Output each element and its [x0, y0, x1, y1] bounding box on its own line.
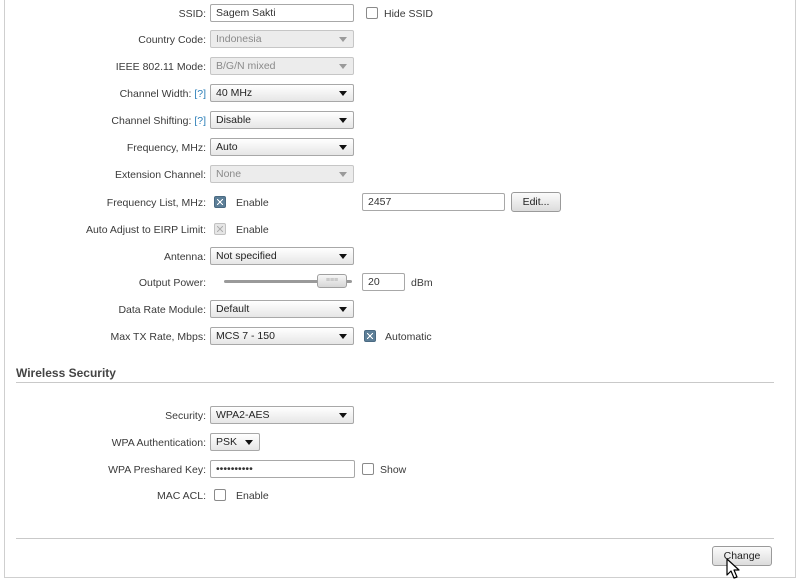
- chevron-down-icon: [339, 64, 347, 69]
- frequency-list-edit-button[interactable]: Edit...: [511, 192, 561, 212]
- chevron-down-icon: [339, 307, 347, 312]
- output-power-label: Output Power:: [138, 277, 206, 289]
- wireless-security-heading: Wireless Security: [16, 366, 116, 380]
- wpa-preshared-key-input[interactable]: ••••••••••: [210, 460, 355, 478]
- mac-acl-enable-label: Enable: [236, 490, 269, 502]
- frequency-list-enable-label: Enable: [236, 197, 269, 209]
- ssid-input[interactable]: Sagem Sakti: [210, 4, 354, 22]
- data-rate-module-value: Default: [216, 303, 250, 315]
- channel-shifting-help-link[interactable]: [?]: [194, 115, 206, 127]
- extension-channel-select[interactable]: None: [210, 165, 354, 183]
- wpa-authentication-label: WPA Authentication:: [111, 437, 206, 449]
- show-key-checkbox[interactable]: [362, 463, 374, 475]
- auto-adjust-label: Auto Adjust to EIRP Limit:: [85, 224, 206, 236]
- channel-width-text: Channel Width:: [119, 88, 192, 100]
- antenna-value: Not specified: [216, 250, 277, 262]
- wpa-authentication-value: PSK: [216, 436, 238, 448]
- hide-ssid-label: Hide SSID: [384, 8, 434, 20]
- channel-shifting-label: Channel Shifting: [?]: [0, 115, 206, 127]
- mac-acl-enable-checkbox[interactable]: [214, 489, 226, 501]
- frequency-list-input[interactable]: 2457: [362, 193, 505, 211]
- antenna-select[interactable]: Not specified: [210, 247, 354, 265]
- frequency-list-label: Frequency List, MHz:: [106, 197, 206, 209]
- frequency-value: Auto: [216, 141, 238, 153]
- auto-adjust-enable-checkbox[interactable]: [214, 223, 226, 235]
- max-tx-rate-select[interactable]: MCS 7 - 150: [210, 327, 354, 345]
- antenna-label: Antenna:: [163, 251, 206, 263]
- channel-width-value: 40 MHz: [216, 87, 253, 99]
- mouse-pointer-icon: [726, 558, 740, 579]
- data-rate-module-select[interactable]: Default: [210, 300, 354, 318]
- country-code-label: Country Code:: [138, 34, 206, 46]
- ieee-mode-select[interactable]: B/G/N mixed: [210, 57, 354, 75]
- channel-width-help-link[interactable]: [?]: [194, 88, 206, 100]
- change-button[interactable]: Change: [712, 546, 772, 566]
- country-code-select[interactable]: Indonesia: [210, 30, 354, 48]
- data-rate-module-label: Data Rate Module:: [118, 304, 206, 316]
- chevron-down-icon: [339, 91, 347, 96]
- mac-acl-label: MAC ACL:: [156, 490, 206, 502]
- chevron-down-icon: [339, 172, 347, 177]
- channel-shifting-text: Channel Shifting:: [111, 115, 192, 127]
- max-tx-rate-value: MCS 7 - 150: [216, 330, 275, 342]
- section-divider: [16, 382, 774, 383]
- footer-divider: [16, 538, 774, 539]
- security-value: WPA2-AES: [216, 409, 270, 421]
- chevron-down-icon: [339, 145, 347, 150]
- channel-shifting-value: Disable: [216, 114, 252, 126]
- wpa-preshared-key-label: WPA Preshared Key:: [108, 464, 206, 476]
- output-power-input[interactable]: 20: [362, 273, 405, 291]
- ieee-mode-label: IEEE 802.11 Mode:: [115, 61, 206, 73]
- security-label: Security:: [165, 410, 206, 422]
- chevron-down-icon: [339, 37, 347, 42]
- country-code-value: Indonesia: [216, 33, 262, 45]
- frequency-select[interactable]: Auto: [210, 138, 354, 156]
- extension-channel-label: Extension Channel:: [114, 169, 206, 181]
- extension-channel-value: None: [216, 168, 242, 180]
- show-key-label: Show: [380, 464, 407, 476]
- channel-shifting-select[interactable]: Disable: [210, 111, 354, 129]
- output-power-unit: dBm: [411, 277, 433, 289]
- max-tx-rate-label: Max TX Rate, Mbps:: [110, 331, 206, 343]
- hide-ssid-checkbox[interactable]: [366, 7, 378, 19]
- output-power-slider-handle[interactable]: ≡≡≡: [317, 274, 347, 288]
- chevron-down-icon: [339, 413, 347, 418]
- chevron-down-icon: [339, 334, 347, 339]
- channel-width-select[interactable]: 40 MHz: [210, 84, 354, 102]
- security-select[interactable]: WPA2-AES: [210, 406, 354, 424]
- max-tx-rate-automatic-label: Automatic: [385, 331, 432, 343]
- frequency-list-enable-checkbox[interactable]: [214, 196, 226, 208]
- ssid-label: SSID:: [178, 8, 206, 20]
- chevron-down-icon: [245, 440, 253, 445]
- chevron-down-icon: [339, 118, 347, 123]
- ieee-mode-value: B/G/N mixed: [216, 60, 276, 72]
- frequency-label: Frequency, MHz:: [126, 142, 206, 154]
- chevron-down-icon: [339, 254, 347, 259]
- auto-adjust-enable-label: Enable: [236, 224, 269, 236]
- channel-width-label: Channel Width: [?]: [0, 88, 206, 100]
- wpa-authentication-select[interactable]: PSK: [210, 433, 260, 451]
- max-tx-rate-automatic-checkbox[interactable]: [364, 330, 376, 342]
